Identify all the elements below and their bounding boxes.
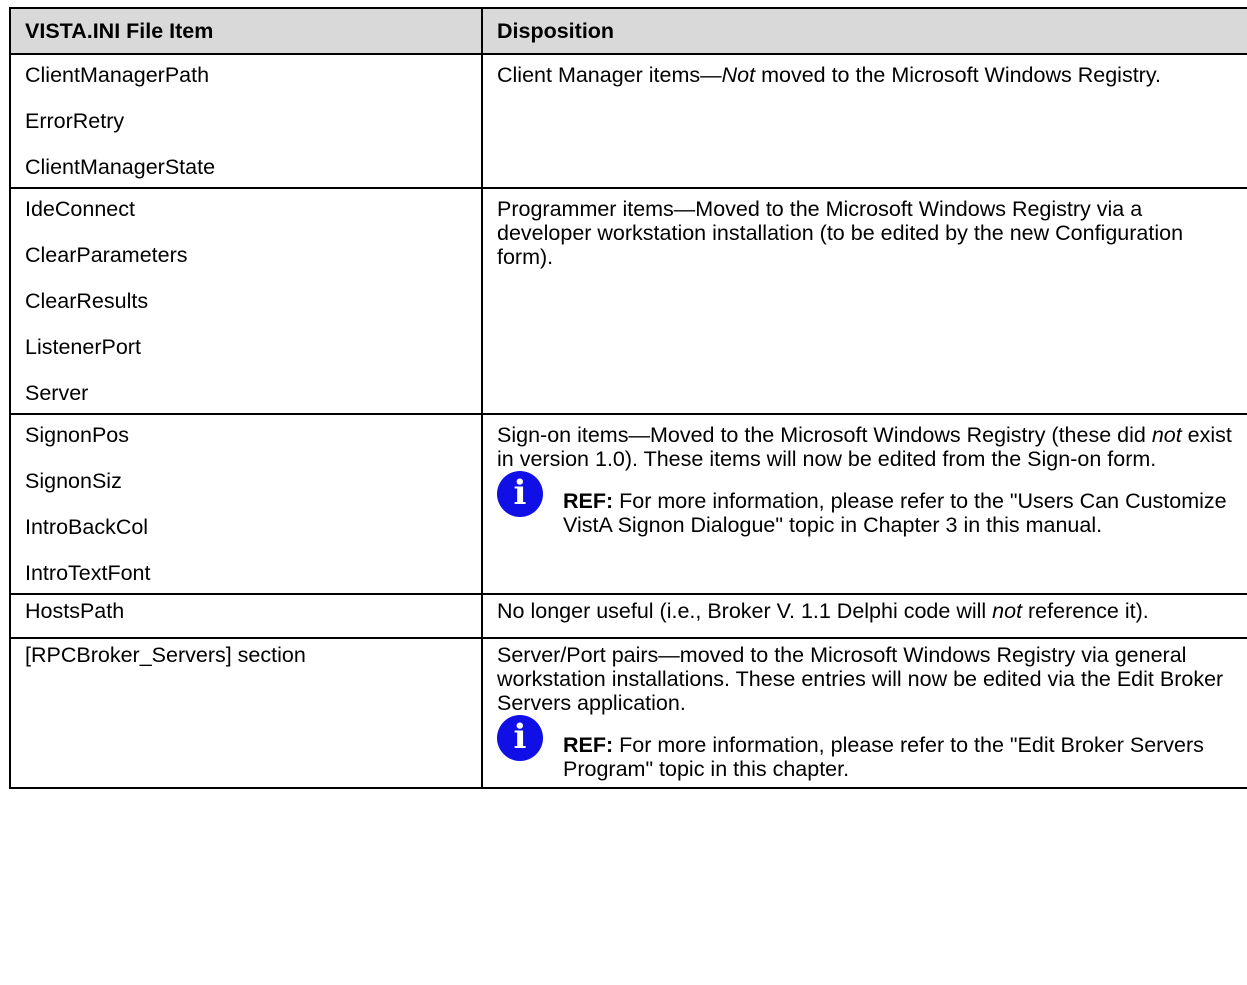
ini-item: ClearParameters [25,243,188,267]
info-icon: i [497,471,543,517]
disposition-cell: Sign-on items—Moved to the Microsoft Win… [481,413,1247,595]
info-icon-glyph: i [513,717,527,757]
disposition-text-part: No longer useful (i.e., Broker V. 1.1 De… [497,599,993,623]
disposition-cell: No longer useful (i.e., Broker V. 1.1 De… [481,593,1247,639]
ini-item: Server [25,381,89,405]
disposition-emphasis: Not [721,63,756,87]
table-row: [RPCBroker_Servers] section Server/Port … [9,637,1247,789]
info-icon-glyph: i [513,473,527,513]
ini-item: ClientManagerPath [25,63,210,87]
ini-item: IdeConnect [25,197,135,221]
column-header-disposition: Disposition [481,7,1247,55]
disposition-text: Sign-on items—Moved to the Microsoft Win… [497,423,1233,471]
disposition-text-part: reference it). [1022,599,1149,623]
ini-item: [RPCBroker_Servers] section [25,643,306,667]
column-header-item: VISTA.INI File Item [9,7,483,55]
item-cell: IdeConnect ClearParameters ClearResults … [9,187,483,415]
ini-item: SignonSiz [25,469,122,493]
table-header-row: VISTA.INI File Item Disposition [9,7,1247,55]
item-cell: HostsPath [9,593,483,639]
disposition-text-part: moved to the Microsoft Windows Registry. [755,63,1161,87]
ini-item: HostsPath [25,599,125,623]
reference-note: i REF: For more information, please refe… [497,715,1233,781]
disposition-cell: Client Manager items—Not moved to the Mi… [481,53,1247,189]
item-cell: [RPCBroker_Servers] section [9,637,483,789]
ini-item: ClearResults [25,289,149,313]
disposition-emphasis: not [1151,423,1182,447]
disposition-text: Server/Port pairs—moved to the Microsoft… [497,643,1224,715]
ini-item: ListenerPort [25,335,141,359]
disposition-text-part: Sign-on items—Moved to the Microsoft Win… [497,423,1152,447]
disposition-cell: Programmer items—Moved to the Microsoft … [481,187,1247,415]
ini-item: SignonPos [25,423,129,447]
table-row: SignonPos SignonSiz IntroBackCol IntroTe… [9,413,1247,595]
item-cell: ClientManagerPath ErrorRetry ClientManag… [9,53,483,189]
ini-item: IntroTextFont [25,561,151,585]
disposition-text: No longer useful (i.e., Broker V. 1.1 De… [497,599,1233,623]
disposition-text-part: Client Manager items— [497,63,722,87]
disposition-emphasis: not [992,599,1023,623]
vista-ini-table: VISTA.INI File Item Disposition ClientMa… [9,7,1247,789]
info-icon: i [497,715,543,761]
table-row: IdeConnect ClearParameters ClearResults … [9,187,1247,415]
ini-item: ErrorRetry [25,109,125,133]
ref-text: For more information, please refer to th… [563,489,1227,537]
table-row: HostsPath No longer useful (i.e., Broker… [9,593,1247,639]
disposition-cell: Server/Port pairs—moved to the Microsoft… [481,637,1247,789]
reference-note: i REF: For more information, please refe… [497,471,1233,537]
item-cell: SignonPos SignonSiz IntroBackCol IntroTe… [9,413,483,595]
disposition-text: Client Manager items—Not moved to the Mi… [497,63,1233,87]
disposition-text: Programmer items—Moved to the Microsoft … [497,197,1184,269]
ref-text: For more information, please refer to th… [563,733,1204,781]
ini-item: IntroBackCol [25,515,149,539]
ref-label: REF: [563,733,614,757]
table-row: ClientManagerPath ErrorRetry ClientManag… [9,53,1247,189]
ref-label: REF: [563,489,614,513]
ini-item: ClientManagerState [25,155,216,179]
